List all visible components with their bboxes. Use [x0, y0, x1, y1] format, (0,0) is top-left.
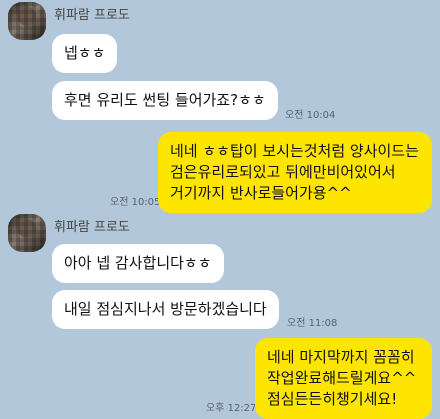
- message-timestamp: 오전 10:04: [285, 110, 336, 121]
- message-text-line: 검은유리로되있고 뒤에만비어있어서: [170, 163, 396, 181]
- message-text: 후면 유리도 썬팅 들어가죠?ㅎㅎ: [64, 91, 266, 109]
- message-timestamp: 오후 12:27: [206, 403, 257, 414]
- message-text-line: 네네 마지막까지 꼼꼼히: [267, 348, 415, 366]
- profile-avatar[interactable]: [8, 214, 46, 252]
- message-bubble-received[interactable]: 내일 점심지나서 방문하겠습니다: [52, 290, 279, 329]
- sender-name: 휘파람 프로도: [54, 8, 130, 23]
- message-bubble-sent[interactable]: 네네 마지막까지 꼼꼼히 작업완료해드릴게요^^ 점심든든히챙기세요!: [255, 338, 432, 419]
- message-bubble-received[interactable]: 후면 유리도 썬팅 들어가죠?ㅎㅎ: [52, 81, 278, 120]
- chat-area[interactable]: 휘파람 프로도 넵ㅎㅎ 후면 유리도 썬팅 들어가죠?ㅎㅎ 오전 10:04 오…: [0, 0, 440, 419]
- message-text: 내일 점심지나서 방문하겠습니다: [64, 300, 267, 318]
- message-bubble-received[interactable]: 넵ㅎㅎ: [52, 34, 118, 73]
- profile-avatar[interactable]: [8, 2, 46, 40]
- message-timestamp: 오전 11:08: [287, 318, 338, 329]
- message-text: 넵ㅎㅎ: [64, 44, 106, 62]
- message-text-line: 작업완료해드릴게요^^: [267, 369, 417, 387]
- message-text-line: 점심든든히챙기세요!: [267, 390, 398, 408]
- message-text-line: 네네 ㅎㅎ탑이 보시는것처럼 양사이드는: [170, 142, 419, 160]
- message-bubble-received[interactable]: 아아 넵 감사합니다ㅎㅎ: [52, 244, 224, 283]
- message-bubble-sent[interactable]: 네네 ㅎㅎ탑이 보시는것처럼 양사이드는 검은유리로되있고 뒤에만비어있어서 거…: [158, 132, 432, 213]
- message-text-line: 거기까지 반사로들어가용^^: [170, 184, 352, 202]
- message-timestamp: 오전 10:05: [110, 197, 161, 208]
- sender-name: 휘파람 프로도: [54, 220, 130, 235]
- message-text: 아아 넵 감사합니다ㅎㅎ: [64, 254, 212, 272]
